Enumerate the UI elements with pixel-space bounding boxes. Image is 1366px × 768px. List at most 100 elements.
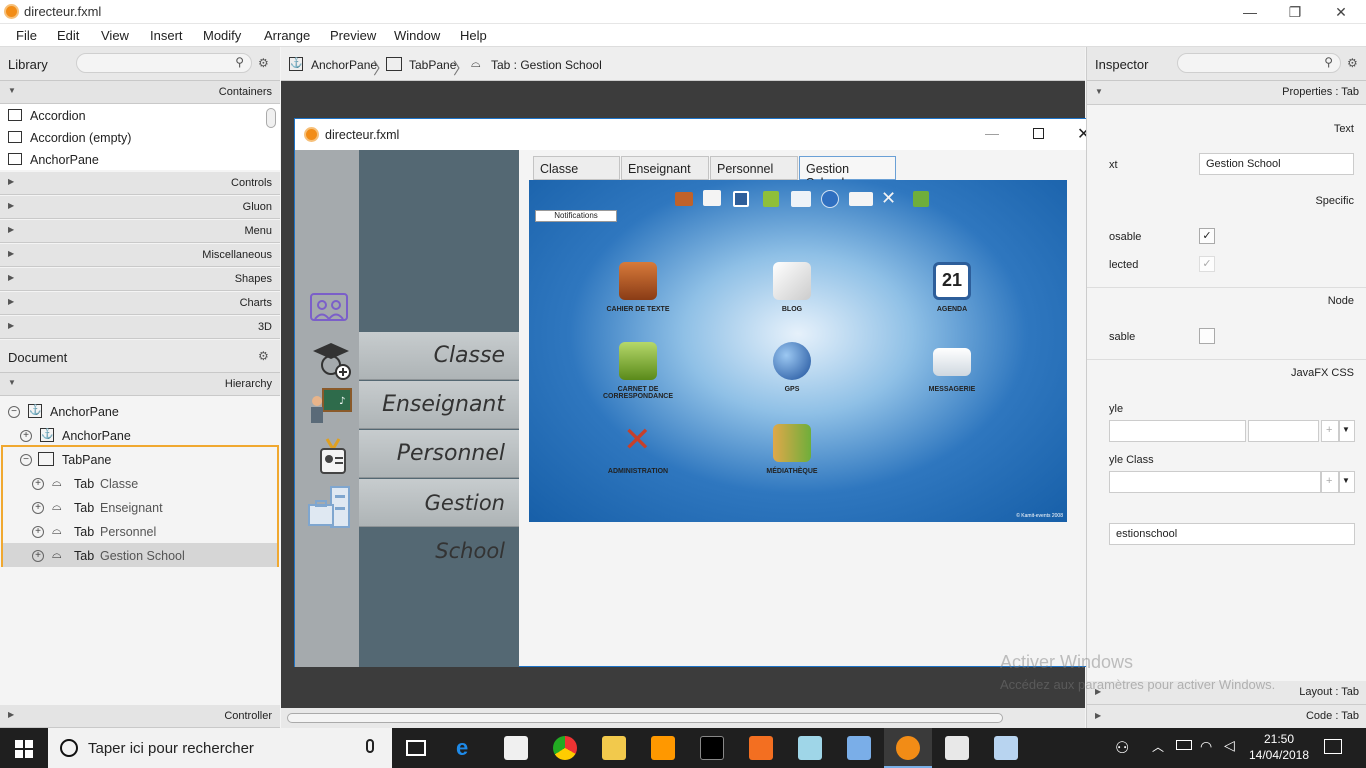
section-menu[interactable]: ▶ Menu	[0, 220, 280, 243]
chevron-down-icon[interactable]: ▼	[1339, 420, 1355, 442]
briefcase-icon[interactable]	[675, 192, 693, 206]
tree-node-tab-gestion-school[interactable]: + ⌓ Tab Gestion School	[3, 543, 277, 567]
menu-edit[interactable]: Edit	[57, 28, 79, 43]
tab-gestion-school[interactable]: Gestion School	[799, 156, 896, 190]
taskbar-search-box[interactable]: Taper ici pour rechercher	[48, 728, 392, 768]
menu-modify[interactable]: Modify	[203, 28, 241, 43]
inspector-search-input[interactable]: ⚲	[1177, 53, 1341, 73]
minimize-button[interactable]: —	[1236, 2, 1264, 22]
tab-enseignant[interactable]: Enseignant	[621, 156, 709, 180]
add-style-button[interactable]: +	[1321, 420, 1339, 442]
breadcrumb-tab[interactable]: Tab : Gestion School	[491, 58, 602, 72]
close-button[interactable]: ✕	[1327, 2, 1355, 22]
tree-node-tab-enseignant[interactable]: + ⌓ Tab Enseignant	[0, 495, 280, 519]
nav-classe-button[interactable]: Classe	[359, 332, 519, 380]
blog-icon[interactable]	[703, 190, 721, 206]
style-value-field[interactable]	[1248, 420, 1319, 442]
envelope-icon[interactable]	[849, 192, 873, 206]
text-field[interactable]: Gestion School	[1199, 153, 1354, 175]
tree-node-anchorpane-root[interactable]: − ⚓ AnchorPane	[0, 399, 280, 423]
collapse-icon[interactable]: −	[20, 454, 32, 466]
expand-icon[interactable]: +	[20, 430, 32, 442]
scrollbar-thumb[interactable]	[287, 713, 1003, 723]
clock-time[interactable]: 21:50	[1252, 732, 1306, 746]
breadcrumb-tabpane[interactable]: TabPane	[409, 58, 456, 72]
app-icon[interactable]	[798, 736, 822, 760]
clock-date[interactable]: 14/04/2018	[1248, 748, 1310, 762]
gear-icon[interactable]: ⚙	[258, 349, 269, 363]
section-controls[interactable]: ▶ Controls	[0, 172, 280, 195]
section-shapes[interactable]: ▶ Shapes	[0, 268, 280, 291]
windows-start-icon[interactable]	[15, 740, 33, 758]
library-search-input[interactable]: ⚲	[76, 53, 252, 73]
tools-icon[interactable]: ✕	[881, 188, 896, 209]
home-icon[interactable]	[791, 191, 811, 207]
file-explorer-icon[interactable]	[602, 736, 626, 760]
virtualbox-icon[interactable]	[847, 736, 871, 760]
chevron-up-icon[interactable]: ︿	[1152, 738, 1164, 755]
menu-help[interactable]: Help	[460, 28, 487, 43]
books-icon[interactable]	[913, 191, 929, 207]
tree-node-tabpane[interactable]: − TabPane	[0, 447, 280, 471]
tree-node-tab-classe[interactable]: + ⌓ Tab Classe	[0, 471, 280, 495]
gear-icon[interactable]: ⚙	[258, 56, 269, 70]
people-icon[interactable]: ⚇	[1115, 738, 1129, 758]
paint-icon[interactable]	[994, 736, 1018, 760]
calendar-icon[interactable]	[733, 191, 749, 207]
sublime-icon[interactable]	[651, 736, 675, 760]
menu-view[interactable]: View	[101, 28, 129, 43]
section-controller[interactable]: ▶ Controller	[0, 705, 280, 728]
nav-enseignant-button[interactable]: Enseignant	[359, 381, 519, 429]
expand-icon[interactable]: +	[32, 502, 44, 514]
library-item-accordion-empty[interactable]: Accordion (empty)	[0, 127, 264, 149]
minimize-button[interactable]: —	[985, 125, 999, 141]
menu-insert[interactable]: Insert	[150, 28, 183, 43]
style-field[interactable]	[1109, 420, 1246, 442]
section-charts[interactable]: ▶ Charts	[0, 292, 280, 315]
disable-checkbox[interactable]	[1199, 328, 1215, 344]
java-icon[interactable]	[945, 736, 969, 760]
horizontal-scrollbar[interactable]	[281, 708, 1085, 728]
expand-icon[interactable]: +	[32, 526, 44, 538]
tree-node-anchorpane[interactable]: + ⚓ AnchorPane	[0, 423, 280, 447]
menu-file[interactable]: File	[16, 28, 37, 43]
store-icon[interactable]	[504, 736, 528, 760]
nav-personnel-button[interactable]: Personnel	[359, 430, 519, 478]
breadcrumb-anchorpane[interactable]: AnchorPane	[311, 58, 377, 72]
globe-icon[interactable]	[821, 190, 839, 208]
collapse-icon[interactable]: −	[8, 406, 20, 418]
menu-window[interactable]: Window	[394, 28, 440, 43]
section-code[interactable]: ▶ Code : Tab	[1087, 705, 1366, 729]
notifications-label[interactable]: Notifications	[535, 210, 617, 222]
gear-icon[interactable]: ⚙	[1347, 56, 1358, 70]
menu-arrange[interactable]: Arrange	[264, 28, 310, 43]
xampp-icon[interactable]	[749, 736, 773, 760]
style-class-field[interactable]	[1109, 471, 1321, 493]
battery-icon[interactable]	[1176, 740, 1192, 750]
tab-personnel[interactable]: Personnel	[710, 156, 798, 180]
terminal-icon[interactable]	[700, 736, 724, 760]
scene-builder-taskbar-item[interactable]	[884, 728, 932, 768]
chrome-icon[interactable]	[553, 736, 577, 760]
notebook-icon[interactable]	[763, 191, 779, 207]
tree-node-tab-personnel[interactable]: + ⌓ Tab Personnel	[0, 519, 280, 543]
add-style-class-button[interactable]: +	[1321, 471, 1339, 493]
closable-checkbox[interactable]: ✓	[1199, 228, 1215, 244]
expand-icon[interactable]: +	[32, 550, 44, 562]
nav-gestion-school-button[interactable]: Gestion School	[359, 479, 519, 563]
chevron-down-icon[interactable]: ▼	[1339, 471, 1355, 493]
edge-icon[interactable]: e	[456, 736, 480, 760]
section-3d[interactable]: ▶ 3D	[0, 316, 280, 339]
maximize-button[interactable]	[1033, 128, 1044, 139]
id-field[interactable]: estionschool	[1109, 523, 1355, 545]
library-item-anchorpane[interactable]: AnchorPane	[0, 149, 264, 171]
library-item-accordion[interactable]: Accordion	[0, 105, 264, 127]
section-containers[interactable]: ▼ Containers	[0, 81, 280, 104]
section-hierarchy[interactable]: ▼ Hierarchy	[0, 373, 280, 396]
wifi-icon[interactable]: ◠	[1200, 738, 1212, 755]
section-gluon[interactable]: ▶ Gluon	[0, 196, 280, 219]
notification-center-icon[interactable]	[1324, 739, 1342, 754]
section-properties[interactable]: ▼ Properties : Tab	[1087, 81, 1366, 105]
restore-button[interactable]: ❐	[1281, 2, 1309, 22]
expand-icon[interactable]: +	[32, 478, 44, 490]
